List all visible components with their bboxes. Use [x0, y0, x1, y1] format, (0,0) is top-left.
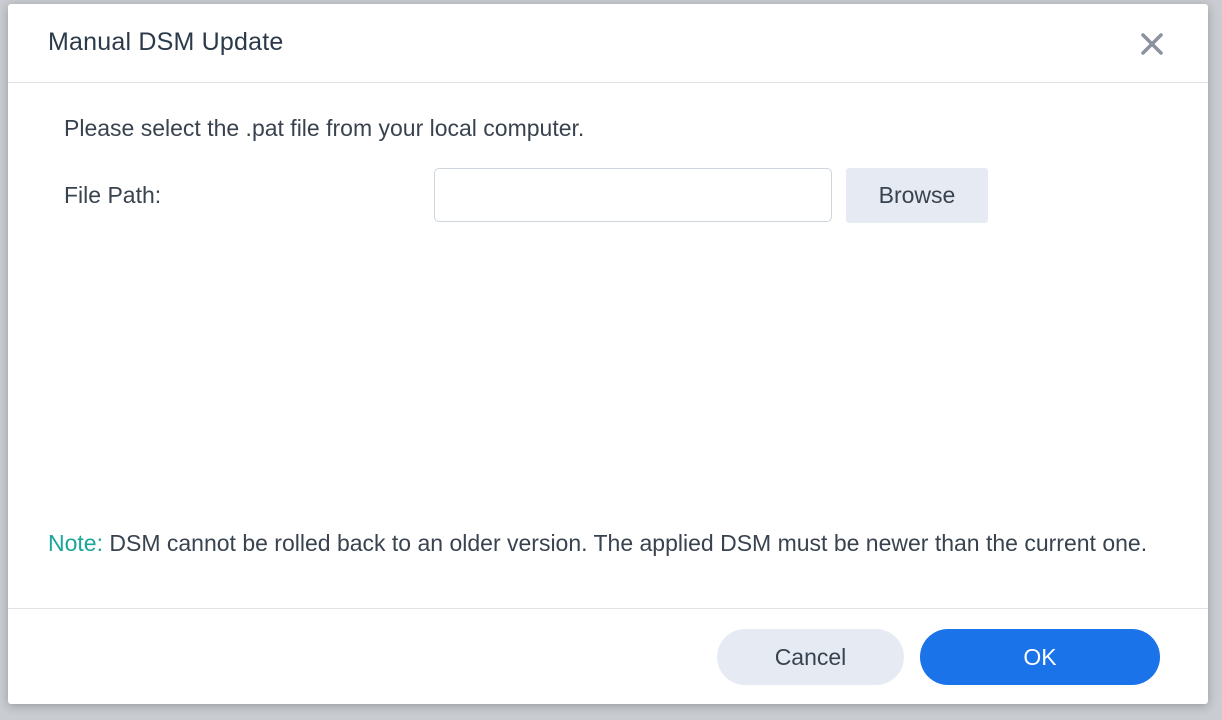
file-path-input[interactable]	[434, 168, 832, 222]
cancel-button[interactable]: Cancel	[717, 629, 904, 685]
manual-dsm-update-dialog: Manual DSM Update Please select the .pat…	[8, 4, 1208, 704]
close-button[interactable]	[1134, 26, 1170, 62]
close-icon	[1141, 33, 1163, 55]
dialog-body: Please select the .pat file from your lo…	[8, 83, 1208, 608]
note-message: DSM cannot be rolled back to an older ve…	[102, 530, 1148, 556]
note-label: Note:	[48, 530, 103, 556]
file-path-label: File Path:	[64, 182, 162, 208]
instruction-text: Please select the .pat file from your lo…	[64, 115, 585, 141]
ok-button[interactable]: OK	[920, 629, 1160, 685]
dialog-footer: Cancel OK	[8, 608, 1208, 704]
note-text: Note: DSM cannot be rolled back to an ol…	[48, 523, 1168, 563]
dialog-title: Manual DSM Update	[48, 28, 284, 56]
browse-button[interactable]: Browse	[846, 168, 988, 223]
dialog-header: Manual DSM Update	[8, 4, 1208, 83]
